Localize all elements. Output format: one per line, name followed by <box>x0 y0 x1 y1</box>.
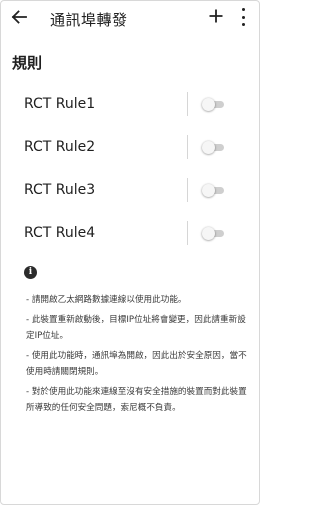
info-icon: i <box>24 266 37 279</box>
more-vertical-icon[interactable] <box>236 8 250 26</box>
row-divider <box>187 178 188 202</box>
rule-label: RCT Rule4 <box>24 225 96 241</box>
rule-row[interactable]: RCT Rule4 <box>0 221 260 249</box>
rule-label: RCT Rule1 <box>24 96 96 112</box>
plus-glyph <box>209 9 223 23</box>
rule-row[interactable]: RCT Rule1 <box>0 92 260 120</box>
row-divider <box>187 221 188 245</box>
arrow-left-icon[interactable] <box>9 7 29 27</box>
more-dot <box>241 15 245 19</box>
page-title: 通訊埠轉發 <box>50 11 128 29</box>
toggle-thumb <box>202 227 215 240</box>
note-text: - 對於使用此功能來連線至沒有安全措施的裝置而對此裝置所導致的任何安全問題，索尼… <box>26 387 247 413</box>
info-notes: - 請開啟乙太網路數據連線以使用此功能。 - 此裝置重新啟動後，目標IP位址將會… <box>26 292 248 420</box>
rule-row[interactable]: RCT Rule2 <box>0 135 260 163</box>
top-app-bar: 通訊埠轉發 <box>0 0 260 36</box>
note-text: - 此裝置重新啟動後，目標IP位址將會變更，因此請重新設定IP位址。 <box>26 315 246 341</box>
rule-label: RCT Rule2 <box>24 139 96 155</box>
screen-frame <box>0 0 260 505</box>
section-title: 規則 <box>12 54 43 72</box>
toggle-thumb <box>202 98 215 111</box>
rule-toggle[interactable] <box>202 98 224 111</box>
toggle-thumb <box>202 184 215 197</box>
rule-row[interactable]: RCT Rule3 <box>0 178 260 206</box>
rule-toggle[interactable] <box>202 184 224 197</box>
arrow-left-glyph <box>11 10 27 24</box>
toggle-thumb <box>202 141 215 154</box>
more-dot <box>241 23 245 26</box>
note-text: - 請開啟乙太網路數據連線以使用此功能。 <box>26 295 187 305</box>
row-divider <box>187 92 188 116</box>
row-divider <box>187 135 188 159</box>
rule-toggle[interactable] <box>202 141 224 154</box>
note-text: - 使用此功能時，通訊埠為開啟，因此出於安全原因，當不使用時請關閉規則。 <box>26 351 247 377</box>
rule-toggle[interactable] <box>202 227 224 240</box>
more-dot <box>241 8 245 11</box>
plus-icon[interactable] <box>206 5 226 27</box>
rule-label: RCT Rule3 <box>24 182 96 198</box>
